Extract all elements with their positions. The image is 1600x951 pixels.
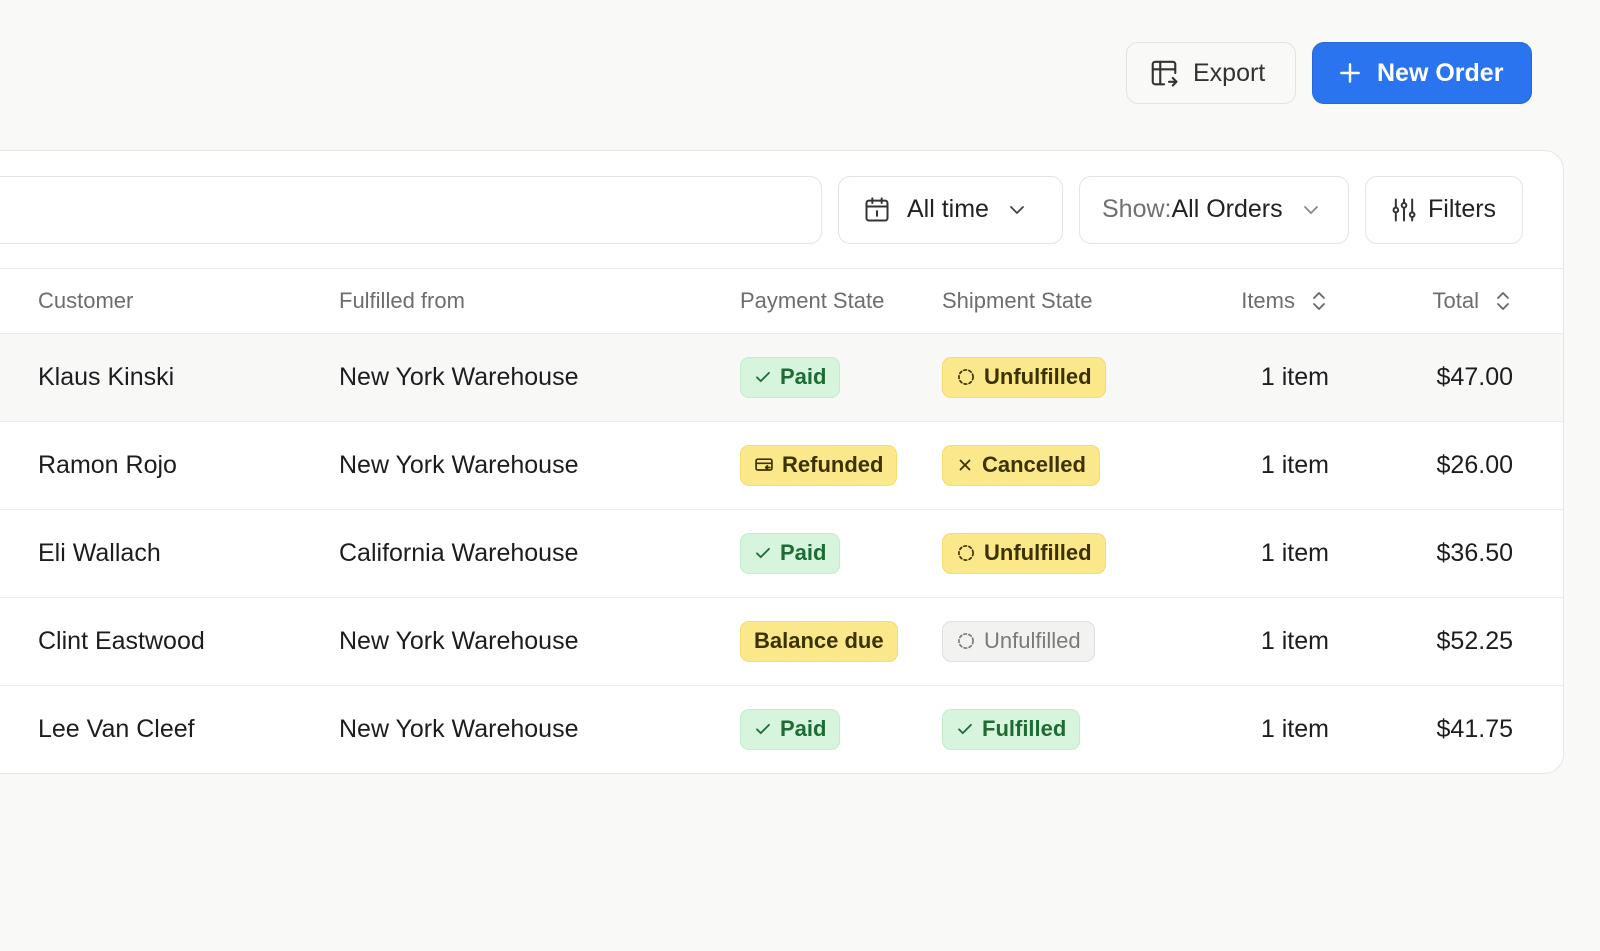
chevron-down-icon — [1005, 198, 1029, 222]
payment-state-cell: Paid — [740, 685, 942, 773]
column-header-payment-state: Payment State — [740, 269, 942, 334]
export-label: Export — [1193, 58, 1266, 87]
column-header-total[interactable]: Total — [1347, 269, 1563, 334]
shipment-state-badge-label: Unfulfilled — [984, 540, 1092, 565]
header-actions: Export New Order — [1126, 42, 1532, 104]
payment-state-badge-label: Paid — [780, 716, 827, 742]
check-icon — [754, 544, 772, 562]
table-export-icon — [1149, 58, 1179, 88]
total-header-label: Total — [1432, 287, 1479, 313]
orders-card: All time Show: All Orders Filters Custom… — [0, 150, 1564, 774]
customer-cell: Ramon Rojo — [0, 421, 339, 510]
shipment-state-cell: Cancelled — [942, 421, 1142, 510]
payment-state-badge: Paid — [740, 356, 841, 398]
sliders-icon — [1390, 196, 1418, 224]
total-cell: $47.00 — [1347, 333, 1563, 422]
shipment-state-badge: Cancelled — [942, 444, 1100, 486]
check-icon — [754, 368, 772, 386]
calendar-icon — [863, 196, 891, 224]
shipment-state-badge-label: Unfulfilled — [984, 364, 1092, 389]
export-button[interactable]: Export — [1126, 42, 1296, 104]
show-filter-value: All Orders — [1171, 195, 1283, 223]
payment-state-badge: Balance due — [740, 620, 898, 662]
payment-state-badge-label: Paid — [780, 540, 827, 565]
filters-button[interactable]: Filters — [1365, 175, 1523, 244]
column-header-fulfilled-from: Fulfilled from — [339, 269, 740, 334]
total-cell: $36.50 — [1347, 509, 1563, 598]
table-row[interactable]: Eli Wallach California Warehouse Paid Unful… — [0, 509, 1563, 598]
shipment-state-badge: Unfulfilled — [942, 620, 1095, 662]
orders-toolbar: All time Show: All Orders Filters — [0, 151, 1563, 269]
fulfilled-from-cell: New York Warehouse — [339, 421, 740, 510]
shipment-state-badge-label: Unfulfilled — [984, 628, 1081, 653]
table-row[interactable]: Clint Eastwood New York Warehouse Balance … — [0, 597, 1563, 686]
new-order-button[interactable]: New Order — [1312, 42, 1532, 104]
items-cell: 1 item — [1142, 509, 1347, 598]
check-icon — [754, 720, 772, 738]
x-icon — [956, 456, 974, 474]
shipment-state-cell: Unfulfilled — [942, 597, 1142, 686]
fulfilled-from-cell: New York Warehouse — [339, 333, 740, 422]
check-icon — [956, 720, 974, 738]
customer-cell: Lee Van Cleef — [38, 714, 195, 743]
table-row[interactable]: Klaus Kinski New York Warehouse Paid Unfulf… — [0, 333, 1563, 422]
time-filter-dropdown[interactable]: All time — [838, 175, 1063, 244]
orders-table: Customer Fulfilled from Payment State Sh… — [0, 269, 1563, 773]
items-header-label: Items — [1241, 287, 1295, 313]
show-filter-prefix: Show: — [1102, 195, 1172, 223]
dashed-circle-icon — [956, 543, 976, 563]
time-filter-value: All time — [907, 195, 989, 223]
filters-label: Filters — [1428, 195, 1497, 223]
customer-cell: Clint Eastwood — [0, 597, 339, 686]
total-cell: $26.00 — [1347, 421, 1563, 510]
payment-state-cell: Paid — [740, 509, 942, 598]
items-cell: 1 item — [1142, 333, 1347, 422]
shipment-state-cell: Unfulfilled — [942, 333, 1142, 422]
payment-state-badge-label: Refunded — [782, 452, 884, 477]
fulfilled-from-cell: New York Warehouse — [339, 597, 740, 686]
customer-cell: Klaus Kinski — [0, 333, 339, 422]
payment-state-badge-label: Paid — [780, 364, 827, 389]
sort-icon — [1309, 290, 1329, 312]
total-cell: $52.25 — [1347, 597, 1563, 686]
items-cell: 1 item — [1142, 421, 1347, 510]
customer-cell: Eli Wallach — [0, 509, 339, 598]
dashed-circle-icon — [956, 631, 976, 651]
shipment-state-badge-label: Cancelled — [982, 452, 1086, 477]
payment-state-badge-label: Balance due — [754, 628, 884, 653]
search-input[interactable] — [0, 175, 822, 244]
items-cell: 1 item — [1260, 714, 1329, 743]
payment-state-badge: Paid — [740, 532, 841, 574]
column-header-shipment-state: Shipment State — [942, 269, 1142, 334]
show-filter-dropdown[interactable]: Show: All Orders — [1079, 175, 1349, 244]
table-row[interactable]: Lee Van Cleef New York Warehouse Paid Fulfi… — [0, 685, 1563, 773]
items-cell: 1 item — [1142, 597, 1347, 686]
total-cell: $41.75 — [1436, 714, 1513, 743]
payment-state-cell: Balance due — [740, 597, 942, 686]
payment-state-cell: Refunded — [740, 421, 942, 510]
chevron-down-icon — [1299, 198, 1323, 222]
shipment-state-cell: Unfulfilled — [942, 509, 1142, 598]
fulfilled-from-cell: New York Warehouse — [339, 714, 579, 743]
column-header-items[interactable]: Items — [1142, 269, 1347, 334]
shipment-state-badge: Fulfilled — [942, 708, 1081, 750]
shipment-state-cell: Fulfilled — [942, 685, 1142, 773]
fulfilled-from-cell: California Warehouse — [339, 509, 740, 598]
table-row[interactable]: Ramon Rojo New York Warehouse Refunded Canc… — [0, 421, 1563, 510]
payment-state-badge: Paid — [740, 708, 841, 750]
shipment-state-badge: Unfulfilled — [942, 532, 1106, 574]
shipment-state-badge-label: Fulfilled — [982, 716, 1067, 742]
shipment-state-badge: Unfulfilled — [942, 356, 1106, 398]
dashed-circle-icon — [956, 367, 976, 387]
column-header-customer: Customer — [0, 269, 339, 334]
payment-state-badge: Refunded — [740, 444, 898, 486]
table-header-row: Customer Fulfilled from Payment State Sh… — [0, 269, 1563, 334]
payment-state-cell: Paid — [740, 333, 942, 422]
plus-icon — [1337, 60, 1363, 86]
sort-icon — [1493, 290, 1513, 312]
new-order-label: New Order — [1377, 58, 1504, 87]
refund-card-icon — [754, 455, 774, 475]
